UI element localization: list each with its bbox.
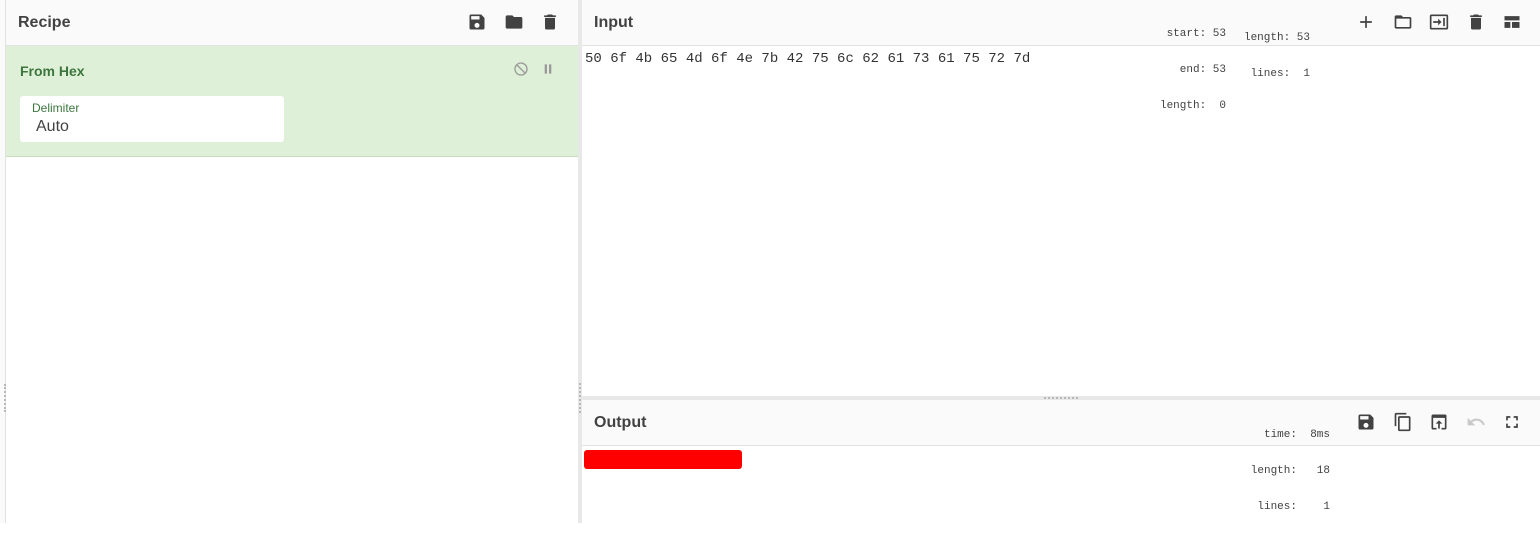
output-pane: Output time: 8ms length: 18 lines: 1 bbox=[582, 400, 1540, 523]
io-resize-handle[interactable] bbox=[1044, 397, 1078, 399]
output-header: Output time: 8ms length: 18 lines: 1 bbox=[582, 400, 1540, 513]
open-file-button[interactable] bbox=[1391, 10, 1415, 34]
output-stats: time: 8ms length: 18 lines: 1 bbox=[1242, 405, 1330, 537]
delimiter-field[interactable]: Delimiter Auto bbox=[20, 96, 284, 142]
trash-icon bbox=[544, 14, 556, 30]
copy-icon bbox=[1394, 412, 1411, 432]
operation-title: From Hex bbox=[20, 63, 85, 79]
clear-recipe-button[interactable] bbox=[538, 10, 562, 34]
maximise-output-button[interactable] bbox=[1500, 410, 1524, 434]
load-input-icon bbox=[1429, 14, 1449, 30]
input-title: Input bbox=[594, 14, 634, 31]
output-text-redacted bbox=[584, 450, 742, 469]
input-pane: Input start: 53 end: 53 length: 0 length… bbox=[582, 0, 1540, 396]
open-folder-button[interactable] bbox=[1427, 10, 1451, 34]
replace-input-icon bbox=[1431, 414, 1447, 430]
stat-time: time: 8ms bbox=[1263, 429, 1330, 441]
input-header: Input start: 53 end: 53 length: 0 length… bbox=[582, 0, 1540, 112]
reset-layout-button[interactable] bbox=[1500, 10, 1524, 34]
disable-operation-button[interactable] bbox=[512, 60, 530, 78]
left-resize-handle[interactable] bbox=[4, 384, 6, 412]
stat-end: end: 53 bbox=[1179, 64, 1226, 76]
input-length-stats: length: 53 lines: 1 bbox=[1236, 8, 1310, 104]
delimiter-label: Delimiter bbox=[32, 101, 80, 115]
cyberchef-app: Recipe From Hex Delimiter Auto Input sta… bbox=[0, 0, 1540, 523]
save-icon bbox=[469, 14, 485, 30]
undo-button[interactable] bbox=[1464, 410, 1488, 434]
center-resize-handle[interactable] bbox=[579, 383, 581, 413]
save-output-button[interactable] bbox=[1354, 410, 1378, 434]
recipe-title: Recipe bbox=[18, 14, 71, 31]
stat-start: start: 53 bbox=[1166, 28, 1226, 40]
plus-icon bbox=[1360, 16, 1372, 28]
recipe-header: Recipe bbox=[6, 0, 578, 46]
disable-icon bbox=[514, 62, 528, 76]
folder-icon bbox=[505, 15, 523, 29]
stat-lines: lines: 1 bbox=[1250, 68, 1310, 80]
fullscreen-icon bbox=[1506, 416, 1518, 428]
stat-selection-length: length: 0 bbox=[1159, 100, 1226, 112]
trash-icon bbox=[1470, 14, 1482, 30]
save-recipe-button[interactable] bbox=[465, 10, 489, 34]
input-selection-stats: start: 53 end: 53 length: 0 bbox=[1152, 4, 1226, 136]
operation-from-hex[interactable]: From Hex Delimiter Auto bbox=[6, 46, 578, 157]
layout-icon bbox=[1504, 16, 1520, 28]
clear-io-button[interactable] bbox=[1464, 10, 1488, 34]
save-icon bbox=[1358, 414, 1374, 430]
breakpoint-icon bbox=[544, 64, 552, 74]
copy-output-button[interactable] bbox=[1391, 410, 1415, 434]
stat-length: length: 53 bbox=[1243, 32, 1310, 44]
io-pane: Input start: 53 end: 53 length: 0 length… bbox=[582, 0, 1540, 523]
folder-icon bbox=[1394, 15, 1412, 29]
add-input-tab-button[interactable] bbox=[1354, 10, 1378, 34]
load-recipe-button[interactable] bbox=[502, 10, 526, 34]
undo-icon bbox=[1467, 417, 1485, 426]
delimiter-value[interactable]: Auto bbox=[36, 118, 69, 136]
replace-input-button[interactable] bbox=[1427, 410, 1451, 434]
recipe-pane: Recipe From Hex Delimiter Auto bbox=[6, 0, 578, 523]
output-title: Output bbox=[594, 414, 647, 431]
stat-output-lines: lines: 1 bbox=[1257, 501, 1330, 513]
stat-output-length: length: 18 bbox=[1250, 465, 1330, 477]
breakpoint-button[interactable] bbox=[539, 60, 557, 78]
input-textarea[interactable]: 50 6f 4b 65 4d 6f 4e 7b 42 75 6c 62 61 7… bbox=[585, 51, 1030, 67]
